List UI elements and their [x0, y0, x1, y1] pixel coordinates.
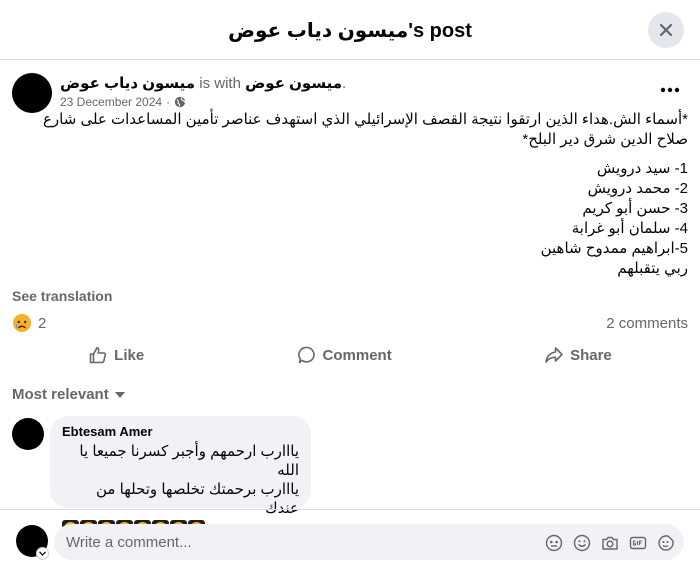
- filter-label: Most relevant: [12, 386, 109, 403]
- reactions-summary[interactable]: 2: [12, 313, 46, 333]
- close-button[interactable]: [648, 12, 684, 48]
- dialog-header: ميسون دياب عوض's post: [0, 0, 700, 60]
- author-name[interactable]: ميسون دياب عوض: [60, 75, 195, 92]
- comment-label: Comment: [322, 346, 392, 364]
- list-item: 1- سيد درويش: [596, 160, 688, 177]
- share-label: Share: [570, 346, 612, 364]
- gif-icon[interactable]: [628, 533, 647, 552]
- post-date[interactable]: 23 December 2024: [60, 95, 162, 109]
- with-text: is with: [199, 75, 241, 92]
- post-body: *أسماء الش.هداء الذين ارتقوا نتيجة القصف…: [12, 110, 688, 279]
- close-icon: [659, 23, 673, 37]
- comment-composer: [0, 509, 700, 577]
- list-item: 2- محمد درويش: [587, 180, 688, 197]
- post-meta: 23 December 2024 ·: [60, 95, 186, 109]
- composer-tools: [544, 533, 675, 552]
- sad-reaction-icon: [13, 314, 31, 332]
- meta-separator: ·: [166, 95, 171, 109]
- list-item: 5-ابراهيم ممدوح شاهين: [540, 240, 688, 257]
- comment-line: يااارب ارحمهم وأجبر كسرنا جميعا يا الله: [79, 443, 299, 479]
- globe-icon: [174, 96, 186, 108]
- names-list: 1- سيد درويش 2- محمد درويش 3- حسن أبو كر…: [12, 159, 688, 279]
- avatar-sticker-icon[interactable]: [544, 533, 563, 552]
- dialog-title: ميسون دياب عوض's post: [228, 20, 472, 42]
- list-item: 3- حسن أبو كريم: [582, 200, 688, 217]
- like-label: Like: [114, 346, 145, 364]
- sticker-icon[interactable]: [656, 533, 675, 552]
- see-translation-link[interactable]: See translation: [12, 288, 112, 304]
- tagged-name[interactable]: ميسون عوض: [245, 75, 342, 92]
- post-actions: Like Comment Share: [12, 336, 688, 374]
- list-item: 4- سلمان أبو غرابة: [571, 220, 688, 237]
- comment-bubble-icon: [297, 346, 315, 364]
- more-options-button[interactable]: [656, 78, 684, 102]
- comment-button[interactable]: Comment: [297, 345, 392, 365]
- avatar-chevron-badge[interactable]: [36, 547, 49, 560]
- author-avatar[interactable]: [12, 73, 52, 113]
- thumbs-up-icon: [89, 347, 107, 364]
- comment-text: يااارب ارحمهم وأجبر كسرنا جميعا يا الله …: [62, 442, 299, 518]
- comments-count-link[interactable]: 2 comments: [606, 315, 688, 332]
- like-button[interactable]: Like: [88, 345, 144, 365]
- author-line-period: .: [342, 75, 347, 92]
- camera-icon[interactable]: [600, 533, 619, 552]
- comment-filter-dropdown[interactable]: Most relevant: [12, 386, 125, 403]
- more-horizontal-icon: [660, 87, 680, 93]
- chevron-down-icon: [39, 551, 46, 556]
- emoji-icon[interactable]: [572, 533, 591, 552]
- author-line: ميسون دياب عوض is with ميسون عوض.: [60, 74, 346, 92]
- reaction-count: 2: [38, 314, 47, 332]
- share-arrow-icon: [545, 347, 563, 363]
- share-button[interactable]: Share: [544, 345, 612, 365]
- caret-down-icon: [114, 391, 125, 398]
- commenter-avatar[interactable]: [12, 418, 44, 450]
- comment-author[interactable]: Ebtesam Amer: [62, 424, 299, 439]
- comment-bubble: Ebtesam Amer يااارب ارحمهم وأجبر كسرنا ج…: [50, 416, 311, 537]
- list-item: ربي يتقبلهم: [617, 260, 688, 277]
- post-intro: *أسماء الش.هداء الذين ارتقوا نتيجة القصف…: [42, 111, 688, 148]
